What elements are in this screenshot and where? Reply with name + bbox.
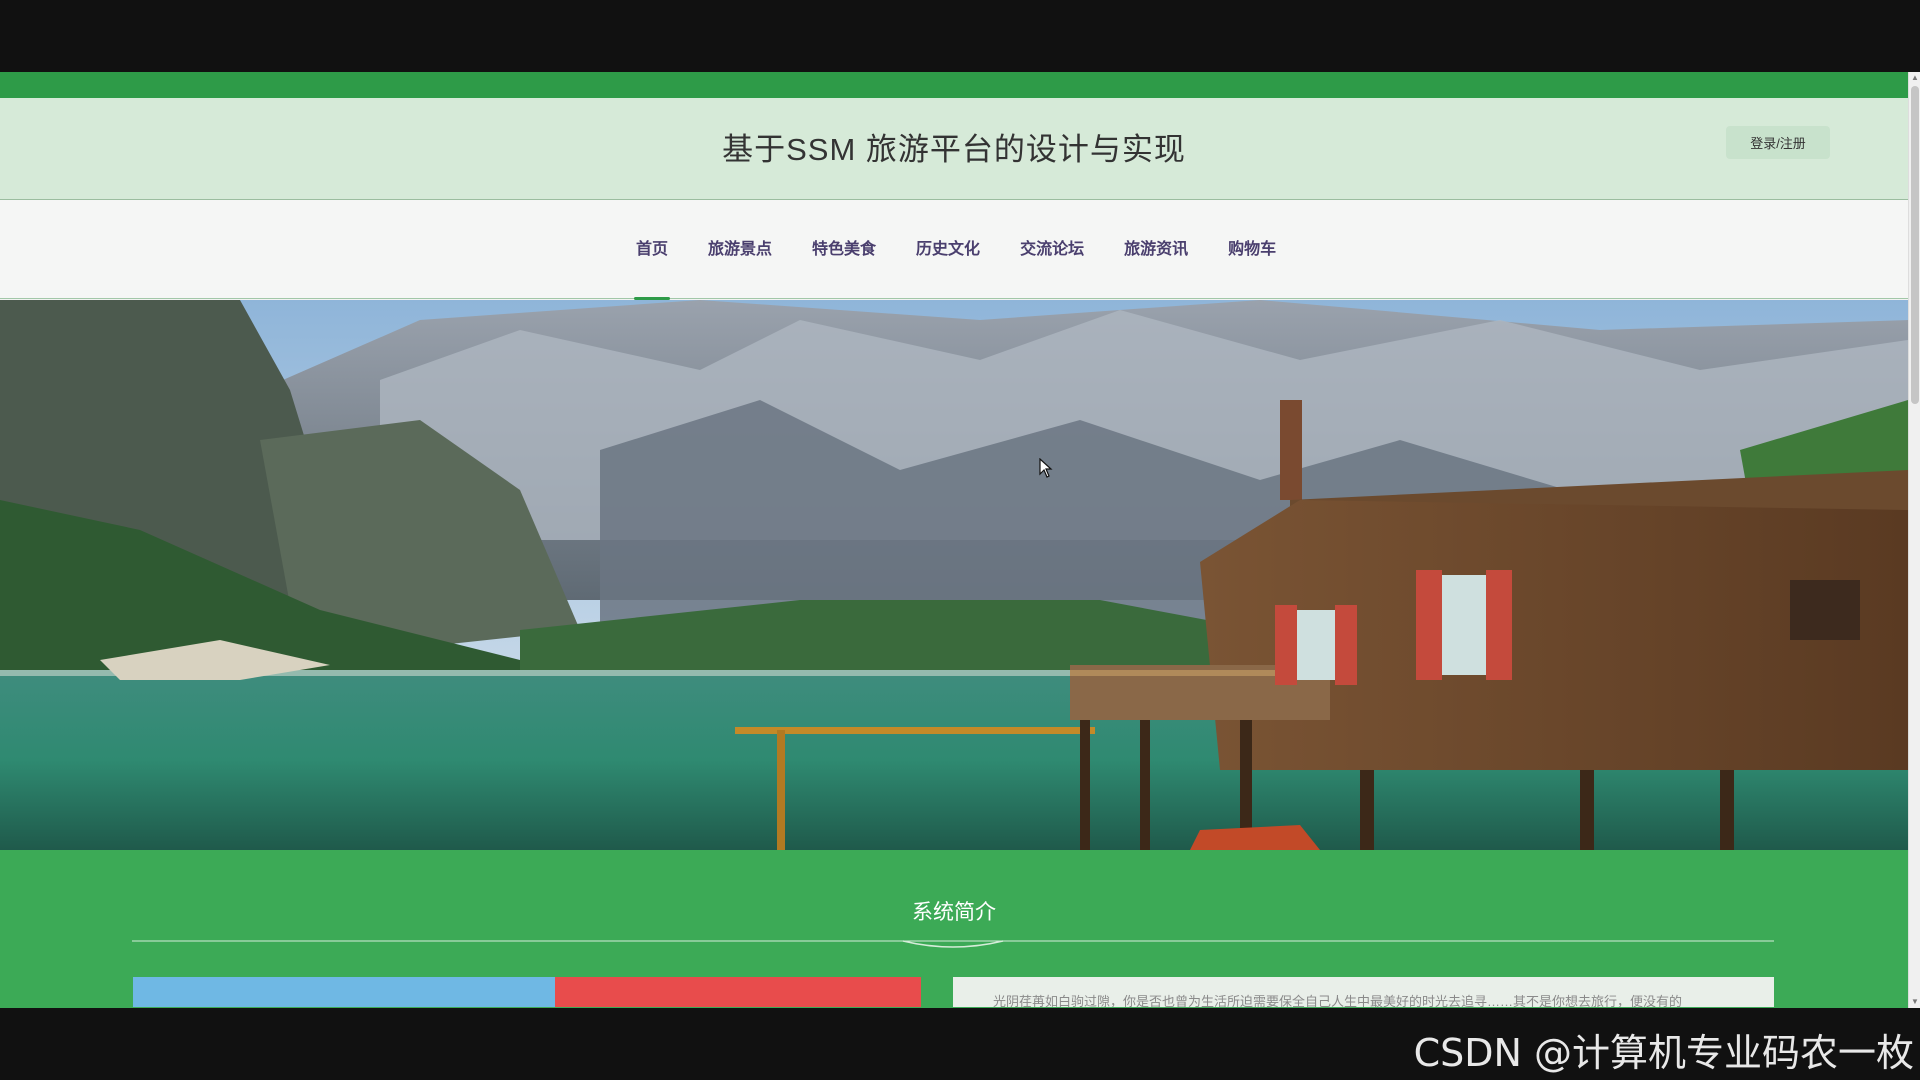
intro-title: 系统简介 — [912, 901, 996, 924]
site-header: 基于SSM 旅游平台的设计与实现 登录/注册 — [0, 98, 1908, 200]
intro-text: 光阴荏苒如白驹过隙，你是否也曾为生活所迫需要保全自己人生中最美好的时光去追寻……… — [993, 994, 1683, 1007]
nav-item-cart[interactable]: 购物车 — [1208, 200, 1296, 299]
scroll-thumb[interactable] — [1911, 86, 1919, 404]
scroll-up-arrow-icon[interactable]: ▲ — [1909, 72, 1920, 84]
site-title: 基于SSM 旅游平台的设计与实现 — [722, 132, 1186, 167]
lake-cabin-landscape-image — [0, 300, 1908, 850]
vertical-scrollbar[interactable]: ▲ ▼ — [1908, 72, 1920, 1008]
hero-carousel-slide[interactable] — [0, 300, 1908, 850]
browser-viewport: 基于SSM 旅游平台的设计与实现 登录/注册 首页 旅游景点 特色美食 历史文化… — [0, 72, 1920, 1008]
system-intro-section: 系统简介 光阴荏苒如白驹过隙，你是否也曾为生活所迫需要保全自己人生中最美好的时光… — [0, 850, 1908, 1008]
nav-item-history[interactable]: 历史文化 — [896, 200, 1000, 299]
intro-divider — [132, 940, 1774, 948]
intro-image-blue-block — [133, 977, 555, 1007]
nav-item-food[interactable]: 特色美食 — [792, 200, 896, 299]
nav-item-attractions[interactable]: 旅游景点 — [688, 200, 792, 299]
login-register-button[interactable]: 登录/注册 — [1726, 126, 1830, 159]
nav-item-news[interactable]: 旅游资讯 — [1104, 200, 1208, 299]
scroll-down-arrow-icon[interactable]: ▼ — [1909, 996, 1920, 1008]
screen-frame: 基于SSM 旅游平台的设计与实现 登录/注册 首页 旅游景点 特色美食 历史文化… — [0, 0, 1920, 1080]
nav-item-forum[interactable]: 交流论坛 — [1000, 200, 1104, 299]
top-accent-bar — [0, 72, 1908, 98]
main-nav: 首页 旅游景点 特色美食 历史文化 交流论坛 旅游资讯 购物车 — [0, 200, 1908, 300]
nav-list: 首页 旅游景点 特色美食 历史文化 交流论坛 旅游资讯 购物车 — [616, 200, 1296, 300]
intro-text-panel: 光阴荏苒如白驹过隙，你是否也曾为生活所迫需要保全自己人生中最美好的时光去追寻……… — [953, 977, 1774, 1007]
csdn-watermark: CSDN @计算机专业码农一枚 — [1413, 1031, 1914, 1075]
mouse-cursor-icon — [1039, 458, 1053, 478]
intro-image-red-block — [555, 977, 921, 1007]
nav-item-home[interactable]: 首页 — [616, 200, 688, 300]
